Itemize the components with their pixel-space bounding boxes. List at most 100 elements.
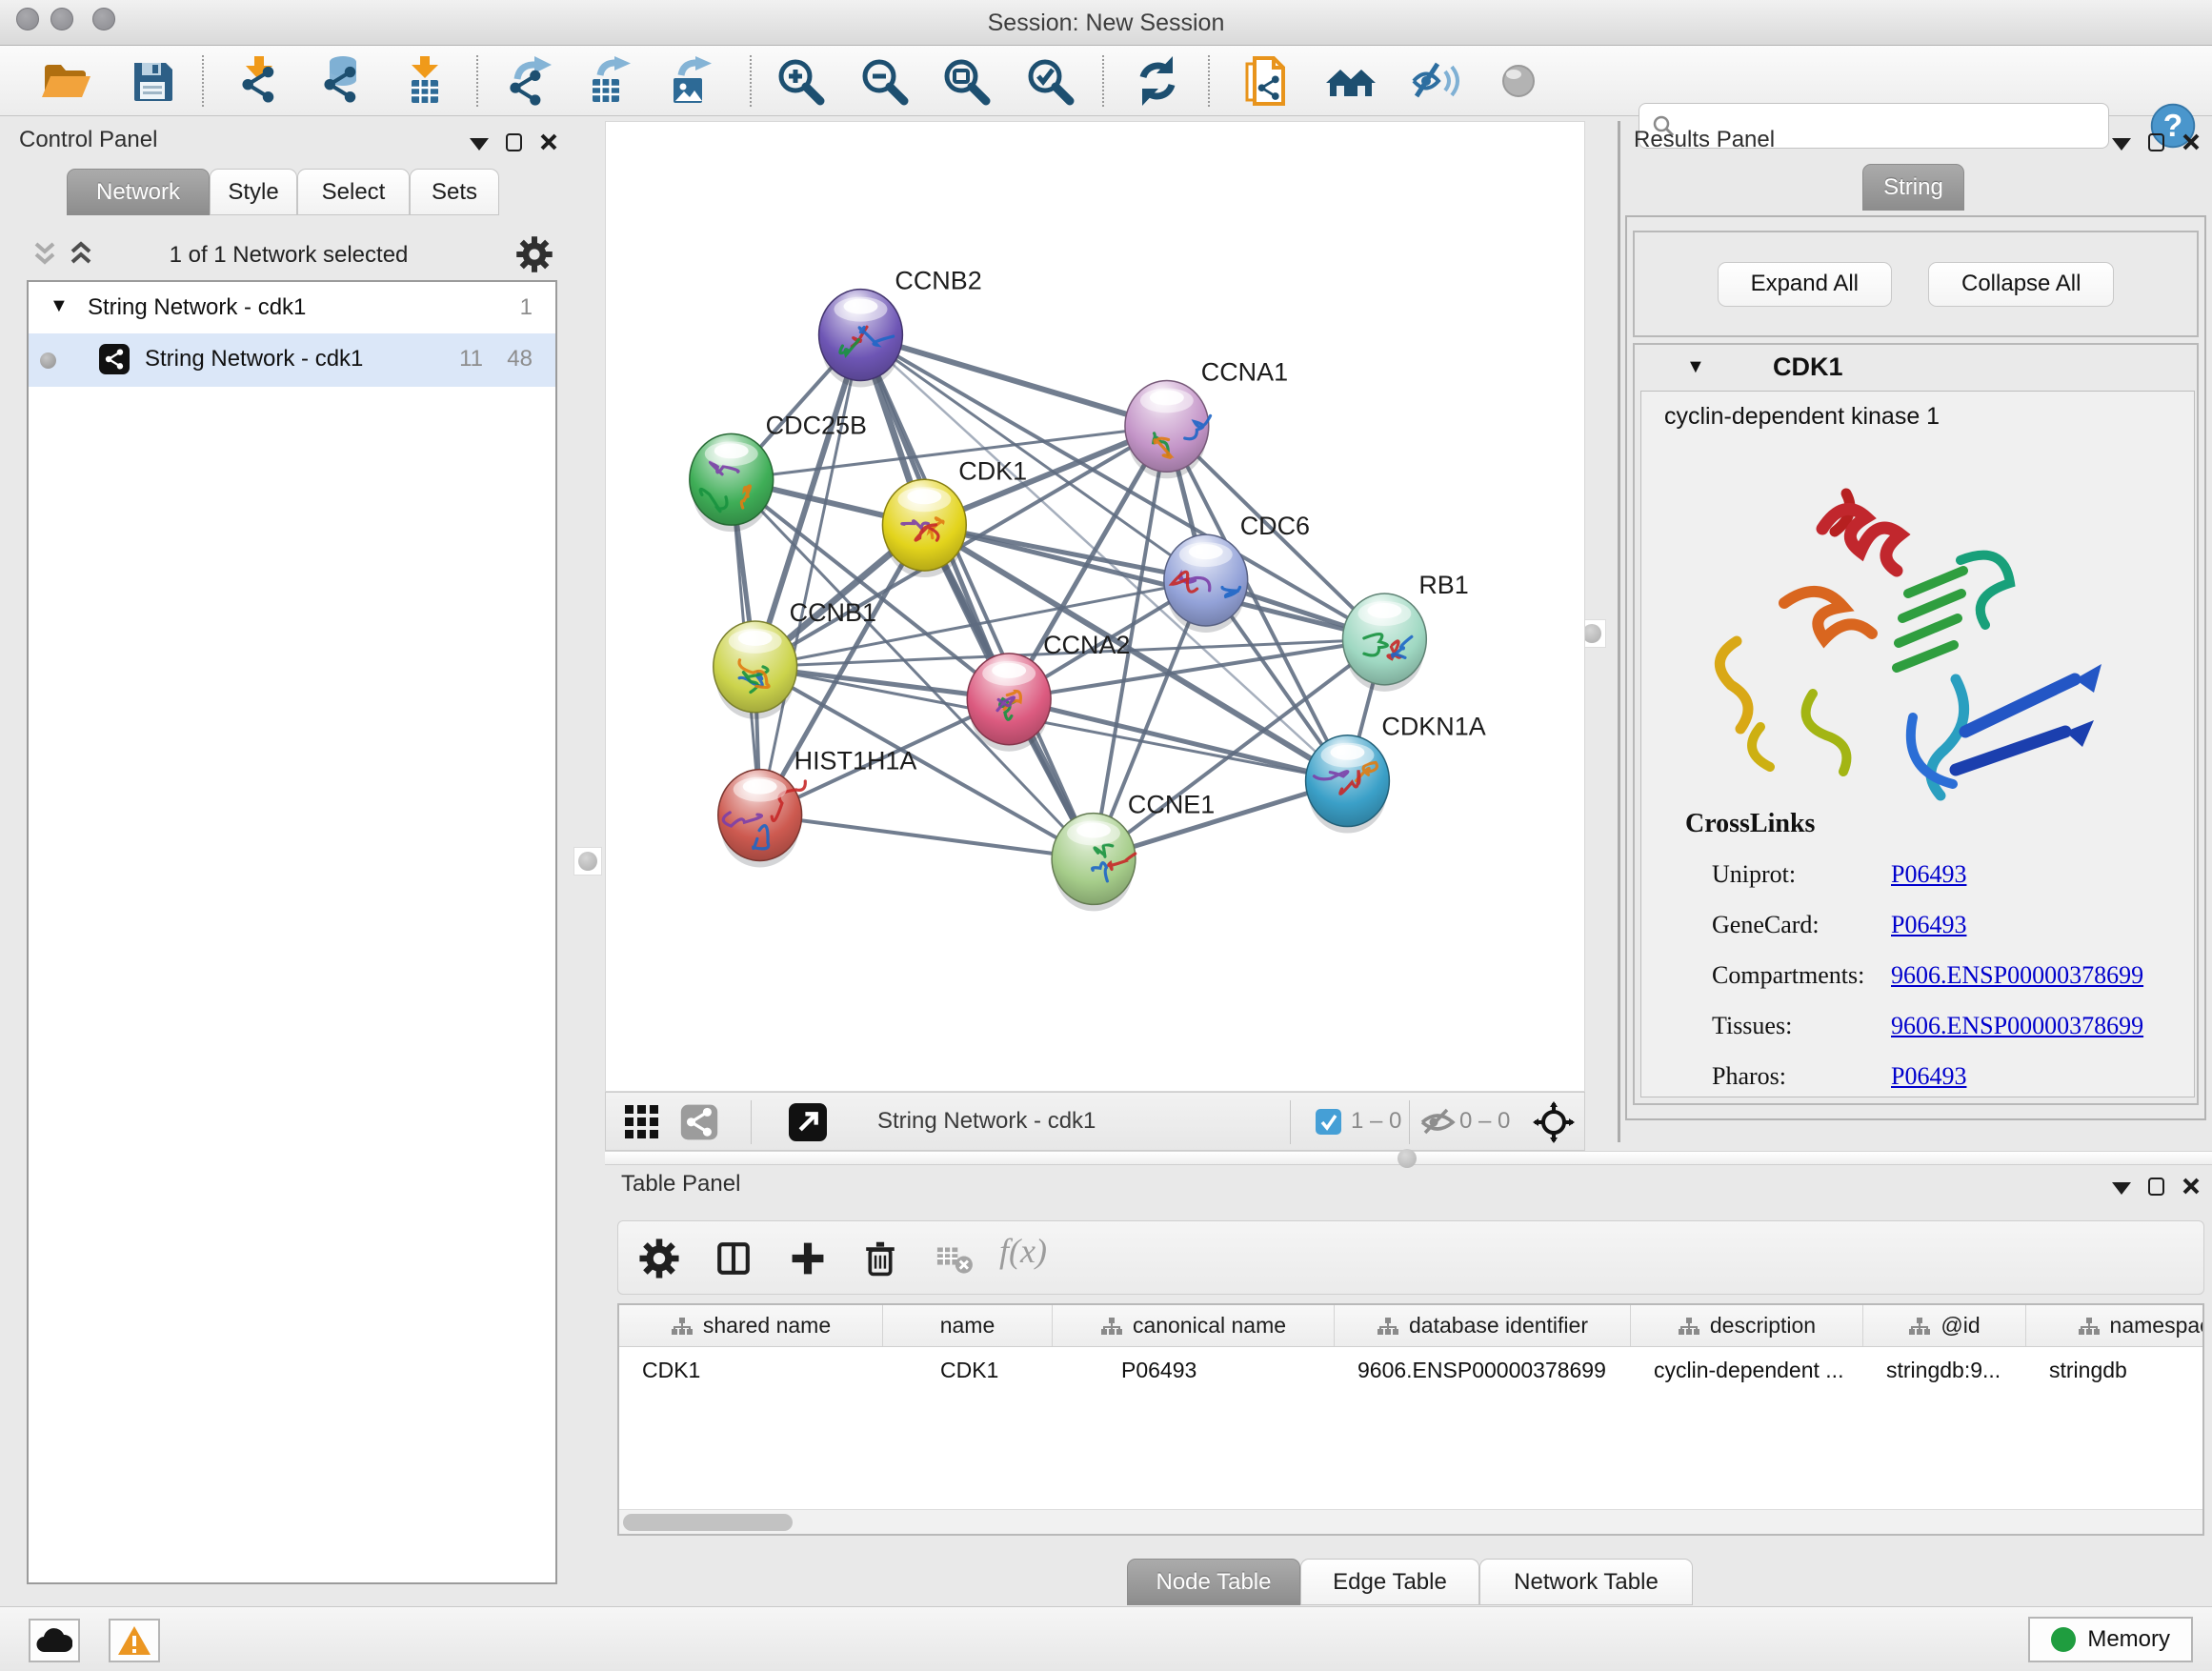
tab-edge-table[interactable]: Edge Table [1300, 1559, 1479, 1605]
expand-all-button[interactable]: Expand All [1718, 262, 1892, 307]
status-bar: Memory [0, 1606, 2212, 1671]
import-network-database-icon[interactable] [314, 54, 368, 108]
tab-sets[interactable]: Sets [410, 169, 499, 215]
panel-close-icon[interactable] [539, 132, 558, 151]
fit-selected-crosshair-icon[interactable] [1533, 1101, 1575, 1143]
left-splitter-handle[interactable] [573, 847, 602, 876]
table-row[interactable]: CDK1 CDK1 P06493 9606.ENSP00000378699 cy… [619, 1347, 2202, 1393]
create-column-plus-icon[interactable] [786, 1237, 830, 1280]
gene-section-header[interactable]: ▼ CDK1 [1635, 345, 2197, 391]
network-row-selected[interactable]: String Network - cdk1 11 48 [29, 333, 555, 387]
panel-close-icon[interactable] [2182, 1177, 2201, 1196]
panel-menu-icon[interactable] [2112, 138, 2131, 151]
zoom-fit-icon[interactable] [939, 54, 993, 108]
section-collapse-caret-icon[interactable]: ▼ [1686, 356, 1705, 378]
network-edge-count: 48 [507, 346, 533, 372]
column-header[interactable]: name [883, 1305, 1053, 1346]
network-node-HIST1H1A[interactable]: HIST1H1A [718, 747, 917, 868]
panel-menu-icon[interactable] [2112, 1182, 2131, 1195]
export-image-icon[interactable] [664, 54, 717, 108]
crosslink-row: Compartments:9606.ENSP00000378699 [1712, 961, 2179, 999]
network-node-CCNB2[interactable]: CCNB2 [819, 267, 982, 388]
open-session-icon[interactable] [38, 54, 91, 108]
tree-expand-caret-icon[interactable]: ▼ [50, 295, 69, 317]
horizontal-splitter[interactable] [605, 1151, 2212, 1165]
pharos-link[interactable]: P06493 [1891, 1062, 1966, 1090]
homes-icon[interactable] [1324, 54, 1377, 108]
network-node-CCNB1[interactable]: CCNB1 [714, 598, 876, 719]
toolbar-separator [750, 55, 752, 107]
gene-section: ▼ CDK1 cyclin-dependent kinase 1 [1633, 343, 2199, 1105]
refresh-icon[interactable] [1131, 54, 1184, 108]
import-network-file-icon[interactable] [232, 54, 286, 108]
genecard-link[interactable]: P06493 [1891, 911, 1966, 938]
tab-network-table[interactable]: Network Table [1479, 1559, 1693, 1605]
network-options-gear-icon[interactable] [514, 234, 554, 274]
selected-checkbox-icon[interactable] [1316, 1109, 1341, 1135]
zoom-selected-icon[interactable] [1023, 54, 1076, 108]
toolbar-separator [1409, 1100, 1410, 1144]
horizontal-scrollbar[interactable] [619, 1509, 2202, 1534]
column-header[interactable]: shared name [619, 1305, 883, 1346]
panel-float-icon[interactable] [2148, 1178, 2164, 1196]
memory-button[interactable]: Memory [2028, 1617, 2193, 1662]
zoom-in-icon[interactable] [774, 54, 827, 108]
collapse-all-button[interactable]: Collapse All [1928, 262, 2114, 307]
table-options-gear-icon[interactable] [637, 1237, 681, 1280]
save-session-icon[interactable] [126, 54, 179, 108]
show-columns-icon[interactable] [712, 1237, 755, 1280]
network-canvas[interactable]: CCNB2CCNA1CDC25BCDK1CDC6RB1CCNB1CCNA2CDK… [605, 121, 1585, 1092]
tissues-link[interactable]: 9606.ENSP00000378699 [1891, 1012, 2143, 1039]
expand-collapse-row: Expand All Collapse All [1633, 231, 2199, 337]
tab-node-table[interactable]: Node Table [1127, 1559, 1300, 1605]
eye-icon[interactable] [1492, 54, 1545, 108]
node-table: shared name name canonical name database… [617, 1303, 2204, 1536]
window-title: Session: New Session [0, 10, 2212, 37]
uniprot-link[interactable]: P06493 [1891, 860, 1966, 888]
node-label-CDK1: CDK1 [958, 456, 1027, 485]
share-document-icon[interactable] [1239, 54, 1293, 108]
import-table-file-icon[interactable] [398, 54, 452, 108]
export-table-icon[interactable] [583, 54, 636, 108]
network-graph[interactable]: CCNB2CCNA1CDC25BCDK1CDC6RB1CCNB1CCNA2CDK… [606, 122, 1584, 1091]
network-node-RB1[interactable]: RB1 [1342, 571, 1468, 692]
results-panel-divider [1618, 121, 1620, 1142]
network-collection-row[interactable]: ▼ String Network - cdk1 1 [29, 282, 555, 333]
tab-style[interactable]: Style [210, 169, 297, 215]
warning-icon[interactable] [109, 1619, 160, 1662]
tab-string[interactable]: String [1862, 164, 1964, 211]
compartments-link[interactable]: 9606.ENSP00000378699 [1891, 961, 2143, 989]
column-header[interactable]: @id [1863, 1305, 2026, 1346]
network-node-CCNA1[interactable]: CCNA1 [1125, 357, 1288, 478]
tab-select[interactable]: Select [297, 169, 410, 215]
panel-menu-icon[interactable] [470, 138, 489, 151]
cloud-icon[interactable] [29, 1619, 80, 1662]
network-edge [860, 335, 1094, 859]
network-node-count: 11 [459, 346, 483, 372]
panel-close-icon[interactable] [2182, 132, 2201, 151]
tab-network[interactable]: Network [67, 169, 210, 215]
node-label-CDC25B: CDC25B [766, 411, 867, 439]
open-in-new-window-icon[interactable] [789, 1103, 827, 1141]
network-node-CDC25B[interactable]: CDC25B [690, 411, 867, 532]
column-header[interactable]: canonical name [1053, 1305, 1335, 1346]
network-collection-label: String Network - cdk1 [88, 294, 306, 321]
panel-float-icon[interactable] [2148, 133, 2164, 151]
hide-unhide-icon[interactable] [1409, 54, 1462, 108]
table-panel-tabs: Node Table Edge Table Network Table [1127, 1559, 1693, 1605]
selection-summary-text: 1 of 1 Network selected [8, 242, 570, 269]
scrollbar-thumb[interactable] [623, 1514, 793, 1531]
gene-name: CDK1 [1773, 352, 1843, 382]
column-header[interactable]: namespace [2026, 1305, 2204, 1346]
column-header[interactable]: database identifier [1335, 1305, 1631, 1346]
export-network-icon[interactable] [502, 54, 555, 108]
network-node-CCNE1[interactable]: CCNE1 [1052, 791, 1215, 912]
panel-float-icon[interactable] [506, 133, 522, 151]
network-overview-icon[interactable] [680, 1103, 718, 1141]
delete-column-trash-icon[interactable] [858, 1237, 902, 1280]
crosslink-row: Pharos:P06493 [1712, 1062, 2179, 1097]
network-node-CDKN1A[interactable]: CDKN1A [1306, 713, 1486, 834]
zoom-out-icon[interactable] [857, 54, 911, 108]
birds-eye-view-icon[interactable] [623, 1103, 661, 1141]
column-header[interactable]: description [1631, 1305, 1863, 1346]
